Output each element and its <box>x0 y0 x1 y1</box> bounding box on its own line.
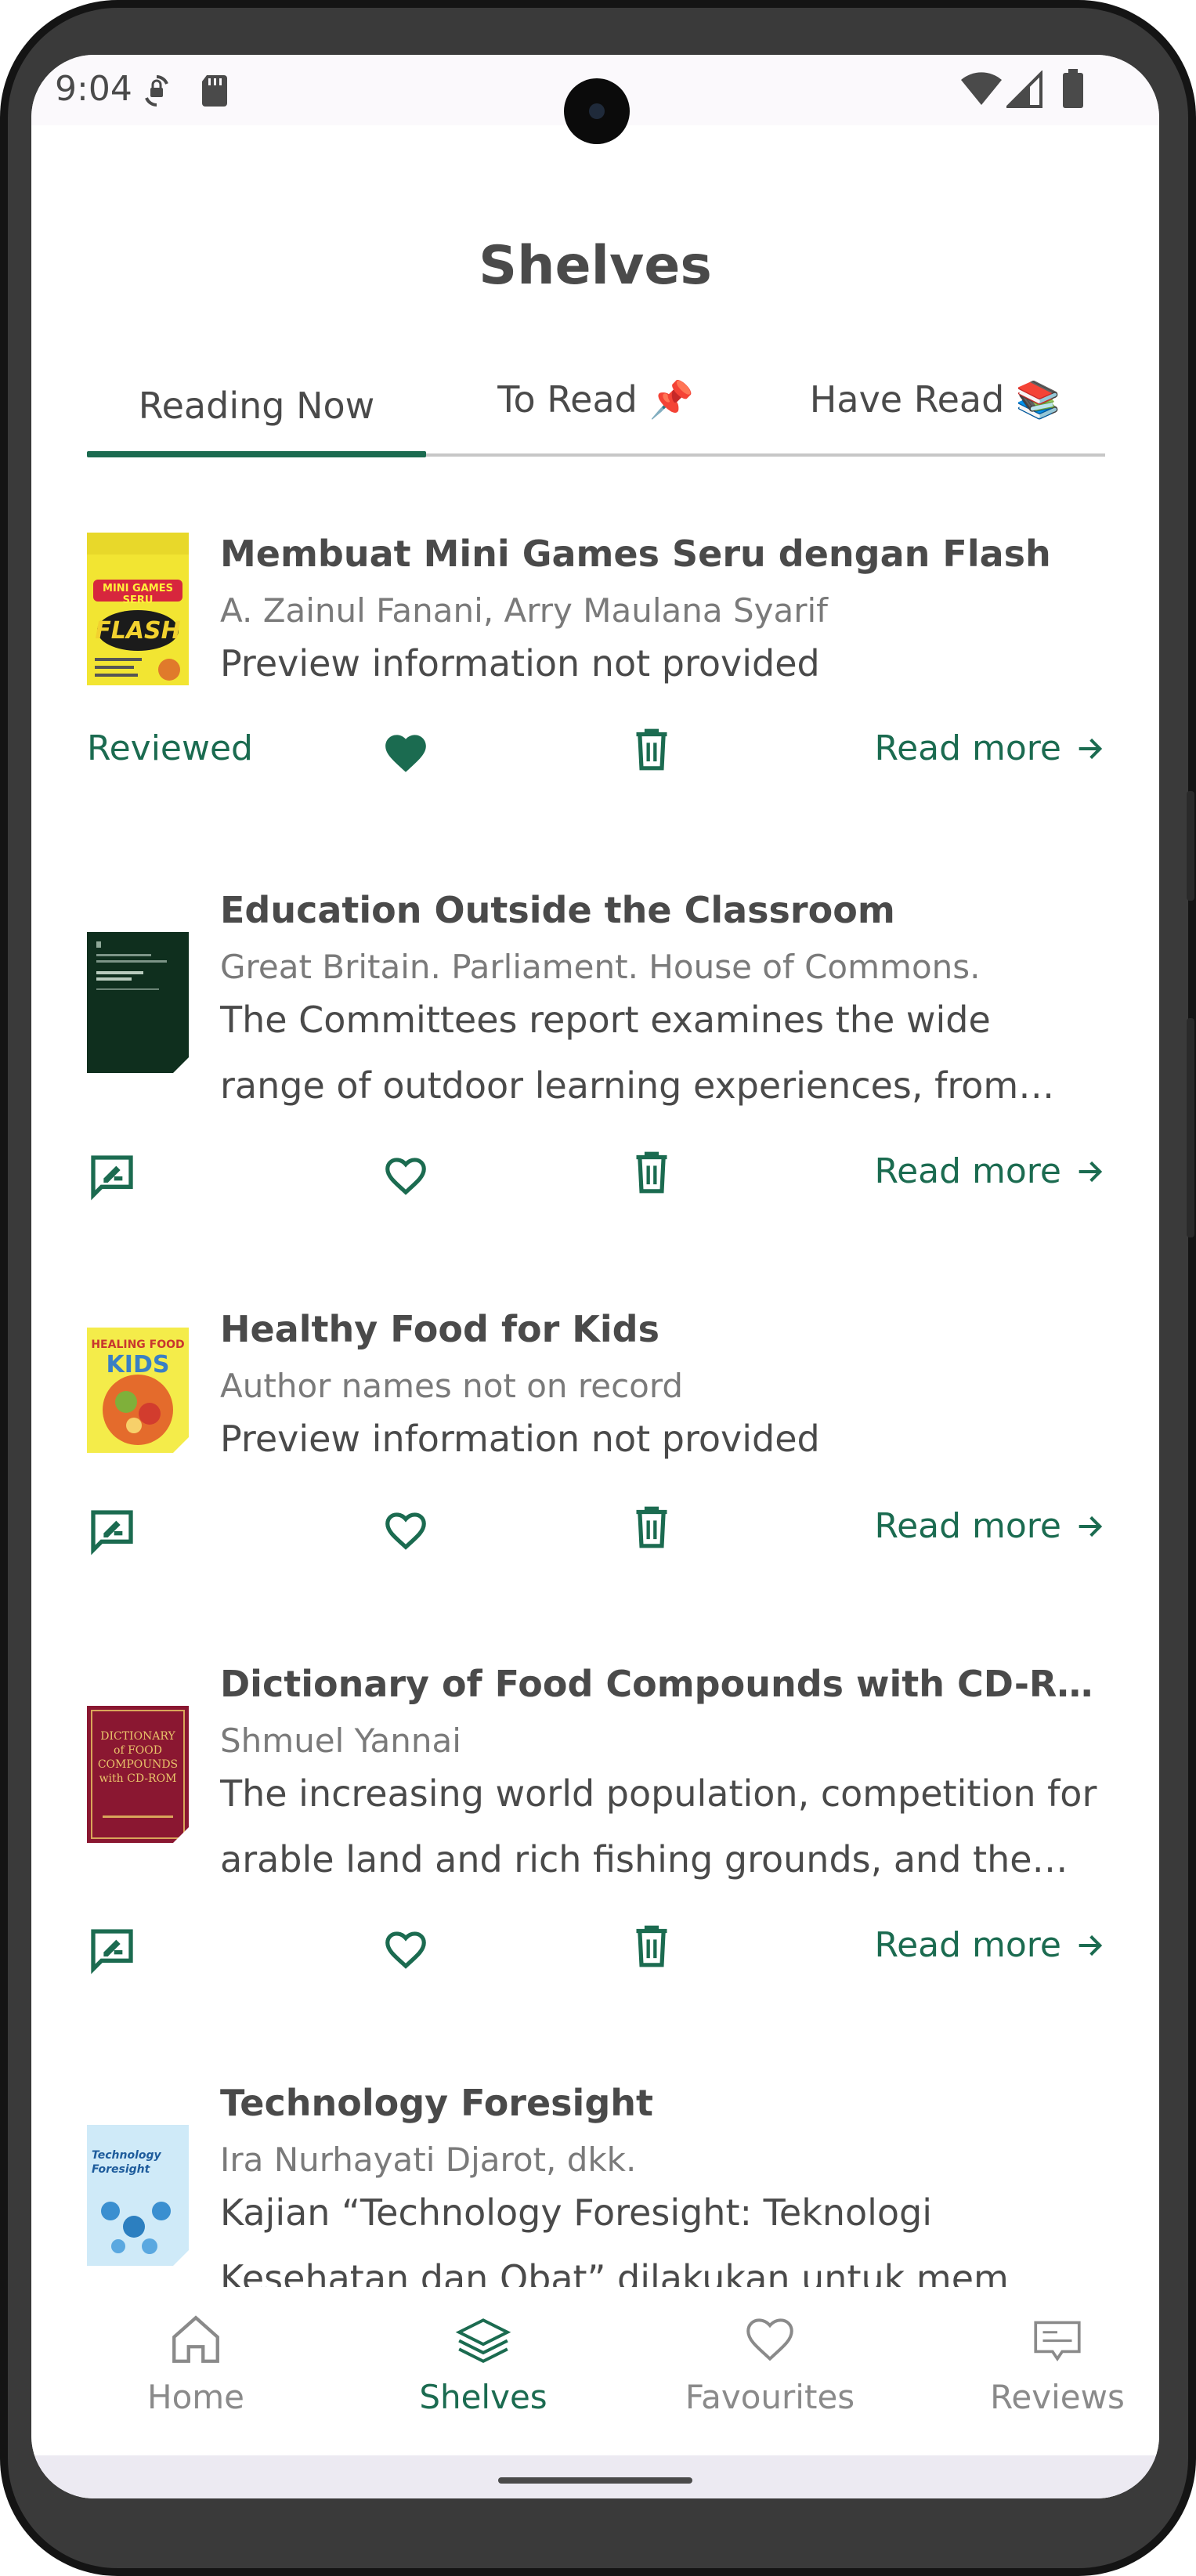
book-cover: MINI GAMES SERU FLASH <box>87 533 189 685</box>
nav-reviews[interactable]: Reviews <box>940 2310 1159 2416</box>
favourite-filled-icon[interactable] <box>381 728 430 777</box>
tab-have-read[interactable]: Have Read 📚 <box>765 345 1105 454</box>
book-title: Membuat Mini Games Seru dengan Flash <box>220 533 1051 575</box>
arrow-right-icon <box>1079 1161 1103 1182</box>
book-title: Healthy Food for Kids <box>220 1308 659 1350</box>
heart-icon <box>746 2318 793 2361</box>
book-description: Preview information not provided <box>220 1418 820 1460</box>
favourite-outline-icon[interactable] <box>381 1925 430 1974</box>
page-title: Shelves <box>479 235 712 297</box>
signal-icon <box>1004 70 1042 111</box>
reviewed-label[interactable]: Reviewed <box>87 728 253 768</box>
arrow-right-icon <box>1079 738 1103 759</box>
status-bar: 9:04 <box>31 55 1159 144</box>
arrow-right-icon <box>1079 1935 1103 1956</box>
book-author: Ira Nurhayati Djarot, dkk. <box>220 2141 637 2179</box>
tab-label: To Read 📌 <box>497 378 694 421</box>
read-more-label: Read more <box>874 1506 1061 1546</box>
tab-active-indicator <box>87 451 426 457</box>
nav-label: Home <box>146 2378 245 2416</box>
nav-label: Favourites <box>685 2378 855 2416</box>
book-description: Preview information not provided <box>220 642 820 685</box>
book-title: Education Outside the Classroom <box>220 889 895 931</box>
book-author: Shmuel Yannai <box>220 1722 461 1760</box>
book-author: Great Britain. Parliament. House of Comm… <box>220 948 981 986</box>
reviews-icon <box>1034 2321 1081 2362</box>
book-cover: DICTIONARY of FOOD COMPOUNDS with CD-ROM <box>87 1706 189 1843</box>
home-gesture-bar[interactable] <box>498 2477 692 2484</box>
book-card[interactable]: HEALING FOOD KIDS Healthy Food for Kids … <box>87 1281 1105 1610</box>
shelves-icon <box>455 2318 511 2363</box>
power-button <box>1187 791 1194 901</box>
cover-title: FLASH <box>95 617 181 645</box>
arrow-right-icon <box>1079 1516 1103 1537</box>
sync-lock-icon <box>141 72 172 113</box>
write-review-icon[interactable] <box>87 1506 137 1559</box>
book-description: The increasing world population, competi… <box>220 1772 1097 1881</box>
book-card[interactable]: MINI GAMES SERU FLASH Membuat Mini Games… <box>87 493 1105 791</box>
shelf-tabs: Reading Now To Read 📌 Have Read 📚 <box>87 345 1105 459</box>
read-more-label: Read more <box>874 1151 1061 1191</box>
book-cover: HEALING FOOD KIDS <box>87 1328 189 1453</box>
delete-icon[interactable] <box>631 1503 672 1555</box>
volume-button <box>1187 1018 1194 1237</box>
tab-reading-now[interactable]: Reading Now <box>87 351 426 461</box>
write-review-icon[interactable] <box>87 1151 137 1205</box>
book-description: Kajian “Technology Foresight: Teknologi … <box>220 2191 1009 2287</box>
delete-icon[interactable] <box>631 1148 672 1200</box>
read-more-label: Read more <box>874 1925 1061 1965</box>
sd-card-icon <box>199 72 230 113</box>
nav-label: Reviews <box>990 2378 1125 2416</box>
nav-favourites[interactable]: Favourites <box>652 2310 887 2416</box>
delete-icon[interactable] <box>631 725 672 777</box>
battery-icon <box>1061 69 1085 113</box>
home-icon <box>172 2315 219 2363</box>
wifi-icon <box>959 70 1003 111</box>
book-cover: Technology Foresight <box>87 2125 189 2266</box>
book-title: Technology Foresight <box>220 2082 653 2124</box>
write-review-icon[interactable] <box>87 1925 137 1978</box>
book-cover <box>87 932 189 1073</box>
nav-label: Shelves <box>419 2378 547 2416</box>
book-card[interactable]: Education Outside the Classroom Great Br… <box>87 862 1105 1222</box>
tab-label: Reading Now <box>138 385 375 427</box>
cover-title: HEALING FOOD <box>91 1339 185 1351</box>
book-card[interactable]: Technology Foresight Technology Foresigh… <box>87 2054 1105 2287</box>
read-more-link[interactable]: Read more <box>874 1151 1105 1191</box>
book-author: A. Zainul Fanani, Arry Maulana Syarif <box>220 591 828 630</box>
nav-shelves[interactable]: Shelves <box>366 2310 601 2416</box>
cover-title: Technology Foresight <box>92 2149 161 2176</box>
read-more-link[interactable]: Read more <box>874 1925 1105 1965</box>
read-more-label: Read more <box>874 728 1061 768</box>
read-more-link[interactable]: Read more <box>874 728 1105 768</box>
book-card[interactable]: DICTIONARY of FOOD COMPOUNDS with CD-ROM… <box>87 1635 1105 1996</box>
delete-icon[interactable] <box>631 1922 672 1974</box>
favourite-outline-icon[interactable] <box>381 1151 430 1200</box>
book-author: Author names not on record <box>220 1367 684 1405</box>
cover-title: DICTIONARY of FOOD COMPOUNDS with CD-ROM <box>97 1730 179 1785</box>
front-camera <box>564 78 630 144</box>
status-time: 9:04 <box>55 69 132 109</box>
favourite-outline-icon[interactable] <box>381 1506 430 1555</box>
nav-home[interactable]: Home <box>78 2310 313 2416</box>
tab-to-read[interactable]: To Read 📌 <box>426 345 765 454</box>
app-screen: 9:04 Shelves Reading Now To Read 📌 Have … <box>31 55 1159 2498</box>
device-frame: 9:04 Shelves Reading Now To Read 📌 Have … <box>0 0 1196 2576</box>
book-description: The Committees report examines the wide … <box>220 999 1019 1107</box>
read-more-link[interactable]: Read more <box>874 1506 1105 1546</box>
tab-label: Have Read 📚 <box>809 378 1061 421</box>
cover-subtitle: MINI GAMES SERU <box>103 583 173 606</box>
cover-subtitle: KIDS <box>106 1351 170 1378</box>
book-title: Dictionary of Food Compounds with CD-ROM <box>220 1663 1097 1705</box>
